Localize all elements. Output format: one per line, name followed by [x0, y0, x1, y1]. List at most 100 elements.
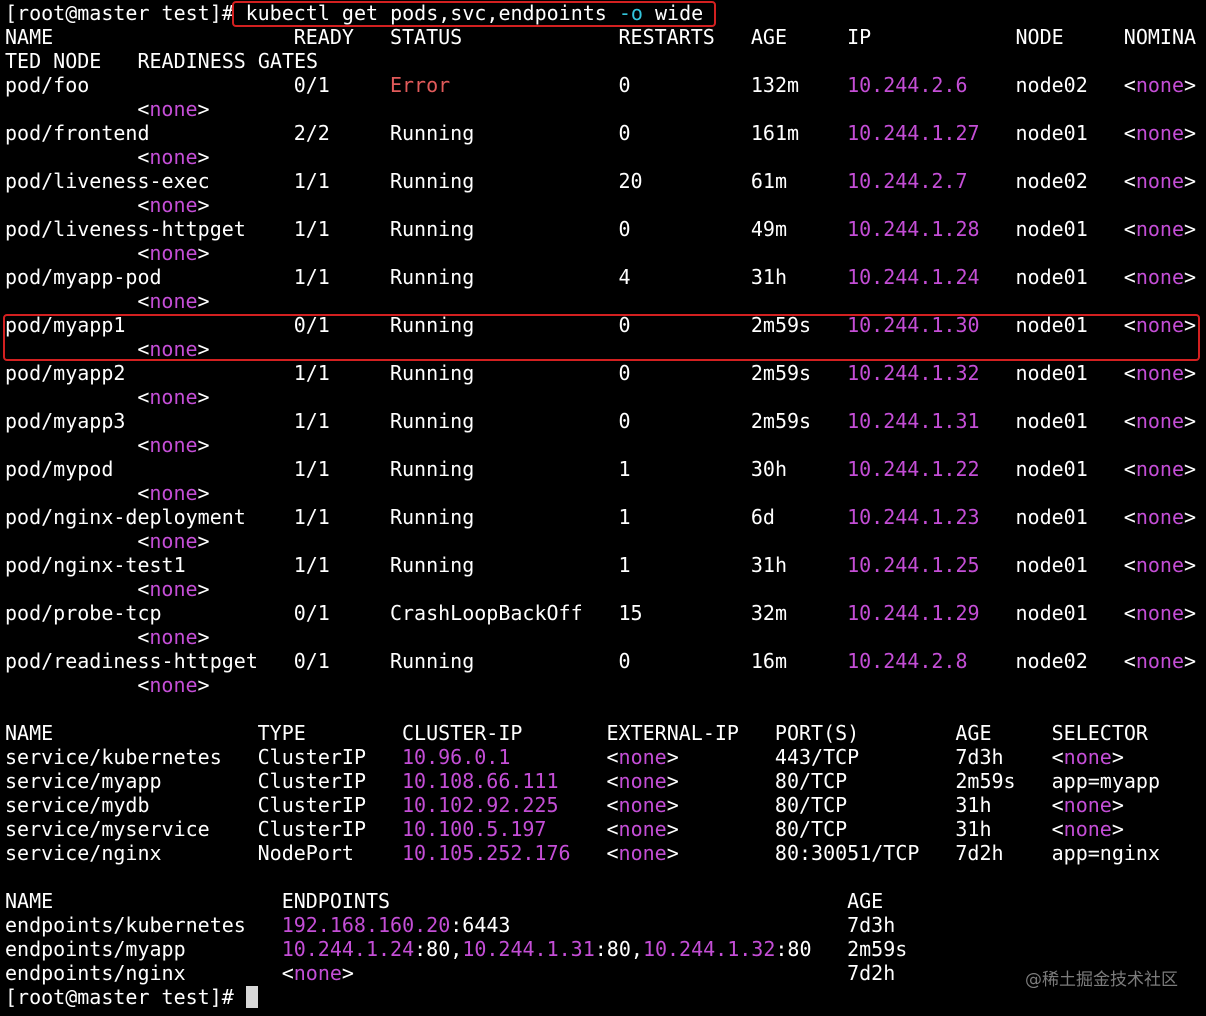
pod-status: Running: [389, 409, 475, 433]
pod-node: node01: [1015, 505, 1088, 529]
pod-name: pod/readiness-httpget: [5, 649, 258, 673]
pods-header-ip: IP: [847, 25, 872, 49]
pod-node: node02: [1015, 649, 1088, 673]
services-header-selector: SELECTOR: [1051, 721, 1148, 745]
pod-nominated-node: <none>: [1123, 169, 1197, 193]
pod-readiness-gates-cell: <none>: [137, 289, 209, 313]
service-cluster-ip: 10.105.252.176: [401, 841, 571, 865]
service-cluster-ip: 10.102.92.225: [401, 793, 559, 817]
service-name: service/kubernetes: [5, 745, 222, 769]
pod-node: node01: [1015, 121, 1088, 145]
service-cluster-ip: 10.108.66.111: [401, 769, 559, 793]
watermark: @稀土掘金技术社区: [1025, 970, 1178, 990]
shell-prompt-final: [root@master test]#: [5, 985, 234, 1009]
pod-status: Running: [389, 553, 475, 577]
pod-nominated-node-cell: <none>: [1124, 265, 1196, 289]
services-header-cluster-ip: CLUSTER-IP: [401, 721, 523, 745]
pod-readiness-gates-cell: <none>: [137, 577, 209, 601]
pod-readiness-gates: <none>: [137, 577, 210, 601]
pod-age: 31h: [750, 553, 787, 577]
pod-age: 161m: [750, 121, 800, 145]
pod-node: node01: [1015, 217, 1088, 241]
pod-name: pod/liveness-httpget: [5, 217, 246, 241]
service-age: 7d2h: [955, 841, 1004, 865]
pod-nominated-node-cell: <none>: [1124, 649, 1196, 673]
pod-readiness-gates: <none>: [137, 241, 210, 265]
pod-status: Running: [389, 169, 475, 193]
pod-readiness-gates-cell: <none>: [137, 193, 209, 217]
pod-nominated-node: <none>: [1123, 505, 1197, 529]
pod-ready: 0/1: [293, 73, 330, 97]
service-name: service/myapp: [5, 769, 162, 793]
pod-nominated-node-cell: <none>: [1124, 601, 1196, 625]
pod-node: node02: [1015, 169, 1088, 193]
pod-nominated-node: <none>: [1123, 409, 1197, 433]
pod-node: node01: [1015, 409, 1088, 433]
pod-readiness-gates: <none>: [137, 145, 210, 169]
pod-ip: 10.244.1.27: [847, 121, 980, 145]
pod-restarts: 4: [618, 265, 631, 289]
endpoints-header-age: AGE: [847, 889, 884, 913]
pod-readiness-gates-cell: <none>: [137, 97, 209, 121]
pod-age: 31h: [750, 265, 787, 289]
pod-nominated-node-cell: <none>: [1124, 505, 1196, 529]
pod-nominated-node: <none>: [1123, 121, 1197, 145]
pod-ip: 10.244.1.23: [847, 505, 980, 529]
pod-ip: 10.244.1.24: [847, 265, 980, 289]
endpoint-age: 2m59s: [847, 937, 908, 961]
service-selector: <none>: [1051, 793, 1124, 817]
service-cluster-ip: 10.100.5.197: [401, 817, 547, 841]
service-ports: 80:30051/TCP: [774, 841, 920, 865]
endpoint-ip: 10.244.1.32: [642, 937, 776, 961]
pod-node: node01: [1015, 601, 1088, 625]
pod-readiness-gates: <none>: [137, 385, 210, 409]
pod-age: 16m: [750, 649, 787, 673]
endpoint-name: endpoints/myapp: [5, 937, 186, 961]
endpoint-name: endpoints/nginx: [5, 961, 186, 985]
pod-ready: 0/1: [293, 601, 330, 625]
pod-ip: 10.244.2.8: [847, 649, 968, 673]
pod-row-highlight-box: [3, 314, 1200, 361]
pod-node: node02: [1015, 73, 1088, 97]
pods-header-status: STATUS: [389, 25, 463, 49]
endpoint-port: :80: [775, 937, 812, 961]
pod-node: node01: [1015, 361, 1088, 385]
service-external-ip-cell: <none>: [607, 793, 679, 817]
pod-readiness-gates: <none>: [137, 529, 210, 553]
pod-readiness-gates: <none>: [137, 289, 210, 313]
pod-readiness-gates-cell: <none>: [137, 673, 209, 697]
pod-nominated-node: <none>: [1123, 553, 1197, 577]
endpoint-ip: 10.244.1.31: [462, 937, 595, 961]
endpoints-header-name: NAME: [5, 889, 54, 913]
pod-readiness-gates: <none>: [137, 481, 210, 505]
service-name: service/myservice: [5, 817, 210, 841]
pod-nominated-node-cell: <none>: [1124, 361, 1196, 385]
shell-prompt: [root@master test]#: [5, 1, 234, 25]
service-name: service/mydb: [5, 793, 150, 817]
endpoint-port: :6443: [450, 913, 511, 937]
services-header-ports: PORT(S): [774, 721, 860, 745]
pods-header-age: AGE: [750, 25, 787, 49]
service-type: NodePort: [257, 841, 354, 865]
endpoint-name: endpoints/kubernetes: [5, 913, 246, 937]
pod-restarts: 1: [618, 457, 631, 481]
service-external-ip: <none>: [606, 817, 679, 841]
pod-age: 30h: [750, 457, 787, 481]
service-external-ip: <none>: [606, 841, 679, 865]
service-selector: <none>: [1051, 745, 1124, 769]
pod-readiness-gates: <none>: [137, 673, 210, 697]
service-selector-cell: <none>: [1052, 793, 1124, 817]
pod-restarts: 0: [618, 649, 631, 673]
service-ports: 80/TCP: [774, 793, 848, 817]
pod-status: Running: [389, 265, 475, 289]
pods-header-wrap-text: TED NODE READINESS GATES: [5, 49, 319, 73]
pod-readiness-gates-cell: <none>: [137, 385, 209, 409]
pod-restarts: 1: [618, 505, 631, 529]
command-highlight-box: [232, 1, 716, 27]
pod-ip: 10.244.1.25: [847, 553, 980, 577]
pod-restarts: 0: [618, 217, 631, 241]
service-type: ClusterIP: [257, 769, 366, 793]
pod-readiness-gates: <none>: [137, 625, 210, 649]
service-cluster-ip: 10.96.0.1: [401, 745, 511, 769]
pod-status: Running: [389, 649, 475, 673]
